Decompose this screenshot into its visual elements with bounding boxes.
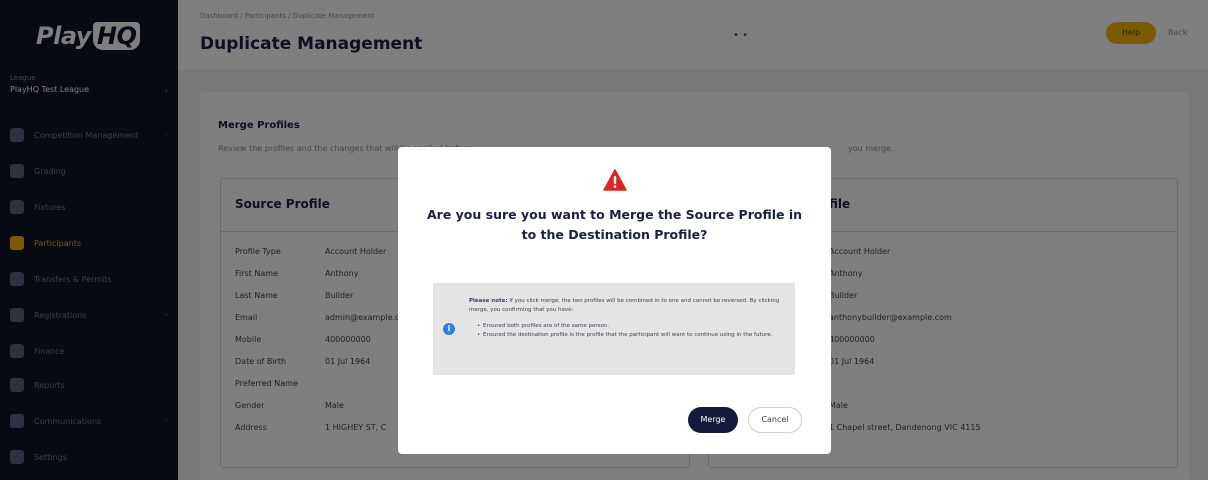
cancel-button[interactable]: Cancel (748, 407, 802, 433)
merge-confirm-dialog: Are you sure you want to Merge the Sourc… (398, 147, 831, 454)
list-item: Ensured the destination profile is the p… (477, 331, 781, 340)
note-prefix: Please note: (469, 298, 508, 304)
confirm-question-line-2: to the Destination Profile? (521, 227, 708, 242)
warning-triangle-icon (603, 169, 627, 191)
merge-button[interactable]: Merge (688, 407, 738, 433)
note-text: Please note: If you click merge, the two… (469, 297, 781, 340)
note-body: If you click merge, the two profiles wil… (469, 298, 780, 313)
info-icon: i (443, 323, 455, 335)
confirm-question: Are you sure you want to Merge the Sourc… (398, 205, 831, 245)
note-list: Ensured both profiles are of the same pe… (469, 322, 781, 340)
merge-note: i Please note: If you click merge, the t… (433, 283, 795, 375)
confirm-question-line-1: Are you sure you want to Merge the Sourc… (426, 207, 803, 222)
list-item: Ensured both profiles are of the same pe… (477, 322, 781, 331)
